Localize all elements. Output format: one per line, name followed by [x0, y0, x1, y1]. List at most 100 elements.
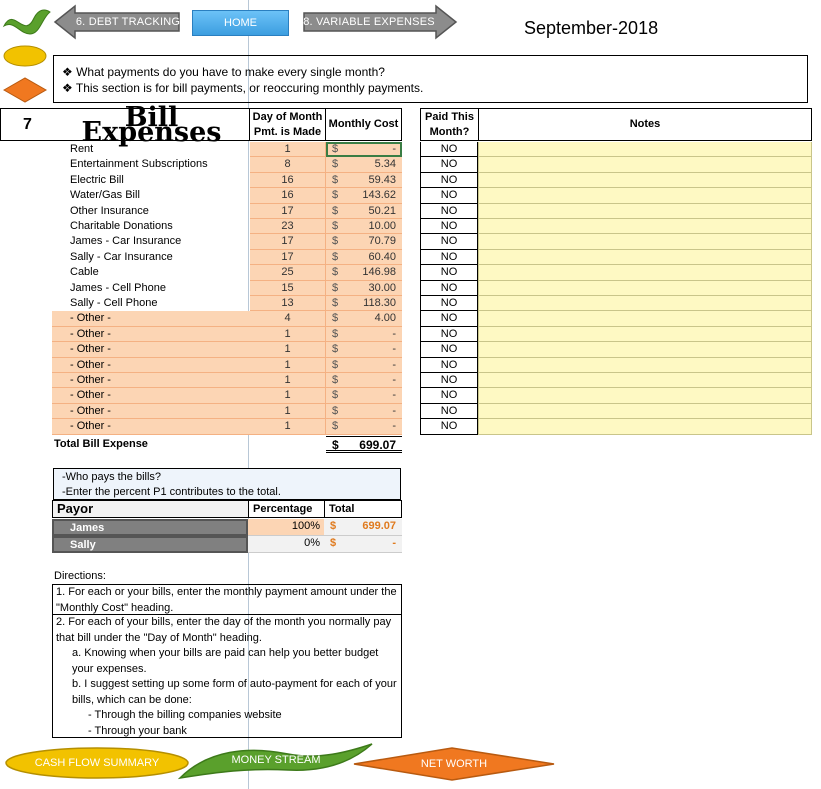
bill-paid-status[interactable]: NO — [420, 265, 478, 281]
bill-monthly-cost[interactable]: $ - — [326, 388, 402, 404]
bill-notes-field[interactable] — [478, 249, 812, 266]
bill-notes-field[interactable] — [478, 311, 812, 327]
bill-monthly-cost[interactable]: $50.21 — [326, 203, 402, 219]
bill-paid-status[interactable]: NO — [420, 311, 478, 327]
bill-monthly-cost[interactable]: $ - — [326, 326, 402, 343]
bill-monthly-cost[interactable]: $ - — [326, 357, 402, 373]
bill-day-of-month[interactable]: 17 — [250, 249, 326, 266]
bill-day-of-month[interactable]: 1 — [250, 388, 326, 404]
bill-name[interactable]: - Other - — [52, 403, 250, 420]
bill-paid-status[interactable]: NO — [420, 373, 478, 389]
bill-notes-field[interactable] — [478, 265, 812, 281]
bill-monthly-cost[interactable]: $ - — [326, 342, 402, 358]
bill-notes-field[interactable] — [478, 403, 812, 420]
bill-paid-status[interactable]: NO — [420, 249, 478, 266]
bill-name[interactable]: - Other - — [52, 419, 250, 435]
bill-notes-field[interactable] — [478, 388, 812, 404]
bill-day-of-month[interactable]: 25 — [250, 265, 326, 281]
bill-name[interactable]: - Other - — [52, 342, 250, 358]
bill-paid-status[interactable]: NO — [420, 357, 478, 373]
net-worth-button[interactable]: NET WORTH — [352, 746, 556, 782]
bill-name[interactable]: - Other - — [52, 326, 250, 343]
bill-day-of-month[interactable]: 16 — [250, 188, 326, 204]
bill-paid-status[interactable]: NO — [420, 203, 478, 219]
bill-monthly-cost[interactable]: $4.00 — [326, 311, 402, 327]
money-stream-button[interactable]: MONEY STREAM — [178, 742, 374, 782]
bill-monthly-cost[interactable]: $ - — [326, 373, 402, 389]
bill-day-of-month[interactable]: 1 — [250, 357, 326, 373]
bill-monthly-cost[interactable]: $ - — [326, 142, 402, 158]
payor-pct-james[interactable]: 100% — [248, 519, 324, 536]
bill-notes-field[interactable] — [478, 357, 812, 373]
bill-day-of-month[interactable]: 23 — [250, 219, 326, 235]
bill-day-of-month[interactable]: 1 — [250, 326, 326, 343]
bill-monthly-cost[interactable]: $146.98 — [326, 265, 402, 281]
bill-paid-status[interactable]: NO — [420, 188, 478, 204]
yellow-oval-icon[interactable] — [2, 44, 48, 68]
next-nav-label: 8. VARIABLE EXPENSES — [303, 16, 435, 28]
bill-day-of-month[interactable]: 4 — [250, 311, 326, 327]
bill-monthly-cost[interactable]: $143.62 — [326, 188, 402, 204]
bill-notes-field[interactable] — [478, 219, 812, 235]
bill-notes-field[interactable] — [478, 234, 812, 250]
bill-day-of-month[interactable]: 1 — [250, 373, 326, 389]
bill-monthly-cost[interactable]: $70.79 — [326, 234, 402, 250]
bill-paid-status[interactable]: NO — [420, 157, 478, 173]
bill-paid-status[interactable]: NO — [420, 172, 478, 189]
bill-notes-field[interactable] — [478, 188, 812, 204]
bill-paid-status[interactable]: NO — [420, 280, 478, 296]
bill-name[interactable]: - Other - — [52, 373, 250, 389]
bill-name[interactable]: - Other - — [52, 311, 250, 327]
bill-cost-amount: 59.43 — [368, 173, 396, 186]
bill-monthly-cost[interactable]: $ - — [326, 419, 402, 435]
bill-notes-field[interactable] — [478, 419, 812, 435]
bill-day-of-month[interactable]: 1 — [250, 342, 326, 358]
bill-notes-field[interactable] — [478, 280, 812, 296]
orange-diamond-icon[interactable] — [2, 76, 48, 104]
bill-name[interactable]: - Other - — [52, 357, 250, 373]
bill-notes-field[interactable] — [478, 203, 812, 219]
next-variable-expenses-button[interactable]: 8. VARIABLE EXPENSES — [302, 4, 458, 40]
bill-monthly-cost[interactable]: $5.34 — [326, 157, 402, 173]
bill-notes-field[interactable] — [478, 142, 812, 158]
bill-monthly-cost[interactable]: $60.40 — [326, 249, 402, 266]
bill-monthly-cost[interactable]: $118.30 — [326, 296, 402, 312]
bill-day-of-month[interactable]: 1 — [250, 142, 326, 158]
bill-notes-field[interactable] — [478, 373, 812, 389]
bill-notes-field[interactable] — [478, 326, 812, 343]
payor-total-james: $ 699.07 — [324, 519, 402, 536]
dollar-sign: $ — [332, 404, 339, 417]
notes-header: Notes — [478, 108, 812, 141]
bill-paid-status[interactable]: NO — [420, 296, 478, 312]
bill-day-of-month[interactable]: 16 — [250, 172, 326, 189]
bill-day-of-month[interactable]: 17 — [250, 203, 326, 219]
bill-paid-status[interactable]: NO — [420, 234, 478, 250]
bill-paid-status[interactable]: NO — [420, 326, 478, 343]
bill-paid-status[interactable]: NO — [420, 342, 478, 358]
cash-flow-summary-button[interactable]: CASH FLOW SUMMARY — [4, 746, 190, 780]
day-of-month-header: Day of Month Pmt. is Made — [249, 108, 326, 141]
bill-monthly-cost[interactable]: $30.00 — [326, 280, 402, 296]
bill-notes-field[interactable] — [478, 157, 812, 173]
bill-monthly-cost[interactable]: $59.43 — [326, 172, 402, 189]
bill-notes-field[interactable] — [478, 296, 812, 312]
bill-monthly-cost[interactable]: $ - — [326, 403, 402, 420]
bill-monthly-cost[interactable]: $10.00 — [326, 219, 402, 235]
bill-day-of-month[interactable]: 15 — [250, 280, 326, 296]
home-button[interactable]: HOME — [192, 10, 289, 36]
bill-paid-status[interactable]: NO — [420, 388, 478, 404]
bill-day-of-month[interactable]: 1 — [250, 419, 326, 435]
bill-notes-field[interactable] — [478, 342, 812, 358]
bill-paid-status[interactable]: NO — [420, 142, 478, 158]
bill-day-of-month[interactable]: 8 — [250, 157, 326, 173]
bill-cost-amount: - — [392, 404, 396, 417]
bill-paid-status[interactable]: NO — [420, 403, 478, 420]
bill-notes-field[interactable] — [478, 172, 812, 189]
bill-name[interactable]: - Other - — [52, 388, 250, 404]
bill-paid-status[interactable]: NO — [420, 419, 478, 435]
bill-day-of-month[interactable]: 13 — [250, 296, 326, 312]
bill-day-of-month[interactable]: 17 — [250, 234, 326, 250]
prev-debt-tracking-button[interactable]: 6. DEBT TRACKING — [53, 4, 181, 40]
bill-paid-status[interactable]: NO — [420, 219, 478, 235]
bill-day-of-month[interactable]: 1 — [250, 403, 326, 420]
